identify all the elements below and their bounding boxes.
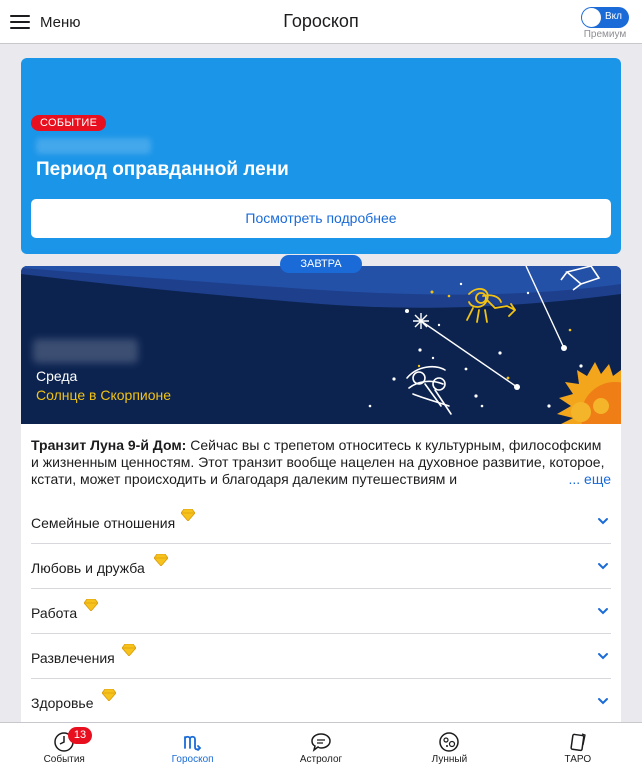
premium-label: Премиум (583, 29, 627, 40)
tab-label: Лунный (431, 754, 468, 765)
blurred-date (33, 339, 138, 363)
blurred-date (36, 138, 151, 154)
diamond-icon (122, 644, 136, 656)
diamond-icon (181, 509, 195, 521)
tab-label: События (43, 754, 85, 765)
chevron-down-icon (598, 608, 608, 615)
section-label: Семейные отношения (31, 515, 176, 531)
section-health[interactable]: Здоровье (31, 679, 611, 724)
read-more-link[interactable]: ... еще (562, 471, 611, 487)
premium-toggle[interactable]: Вкл (581, 7, 629, 28)
diamond-icon (102, 689, 116, 701)
sun-sign: Солнце в Скорпионе (36, 387, 172, 403)
day-name: Среда (36, 368, 78, 384)
view-details-button[interactable]: Посмотреть подробнее (31, 199, 611, 238)
tab-horoscope[interactable]: Гороскоп (128, 723, 256, 767)
event-title: Период оправданной лени (36, 159, 289, 180)
toggle-state-label: Вкл (605, 11, 622, 22)
diamond-icon (84, 599, 98, 611)
premium-switch: Вкл Премиум (580, 7, 630, 40)
section-entertainment[interactable]: Развлечения (31, 634, 611, 679)
tab-label: Астролог (299, 754, 343, 765)
scorpio-icon (183, 735, 201, 751)
event-card: СОБЫТИЕ Период оправданной лени Посмотре… (21, 58, 621, 254)
section-label: Любовь и дружба (31, 560, 145, 576)
chevron-down-icon (598, 518, 608, 525)
chevron-down-icon (598, 698, 608, 705)
section-work[interactable]: Работа (31, 589, 611, 634)
chat-icon (311, 733, 331, 752)
horoscope-card: Среда Солнце в Скорпионе Транзит Луна 9-… (21, 266, 621, 726)
tab-lunar[interactable]: Лунный (385, 723, 513, 767)
event-badge: СОБЫТИЕ (31, 115, 107, 131)
tarot-card-icon (570, 733, 586, 752)
section-label: Развлечения (31, 650, 115, 666)
chevron-down-icon (598, 563, 608, 570)
page-title: Гороскоп (283, 11, 359, 31)
bottom-tab-bar: 13 События Гороскоп Астролог Лунный ТАРО (0, 722, 642, 767)
top-bar: Меню Гороскоп Вкл Премиум (0, 0, 642, 44)
section-family[interactable]: Семейные отношения (31, 499, 611, 544)
tab-astrologer[interactable]: Астролог (257, 723, 385, 767)
moon-icon (439, 732, 460, 752)
tab-label: Гороскоп (171, 754, 214, 765)
events-count-badge: 13 (68, 727, 92, 744)
transit-text: Транзит Луна 9-й Дом: Сейчас вы с трепет… (31, 437, 613, 488)
tomorrow-pill: ЗАВТРА (280, 255, 362, 273)
chevron-down-icon (598, 653, 608, 660)
section-label: Работа (31, 605, 78, 621)
tab-label: ТАРО (564, 754, 592, 765)
diamond-icon (154, 554, 168, 566)
transit-title: Транзит Луна 9-й Дом: (31, 437, 187, 453)
section-label: Здоровье (31, 695, 94, 711)
sections-list: Семейные отношения Любовь и дружба Работ… (31, 499, 611, 724)
section-love[interactable]: Любовь и дружба (31, 544, 611, 589)
tab-events[interactable]: 13 События (0, 723, 128, 767)
tab-tarot[interactable]: ТАРО (514, 723, 642, 767)
toggle-knob (582, 8, 601, 27)
